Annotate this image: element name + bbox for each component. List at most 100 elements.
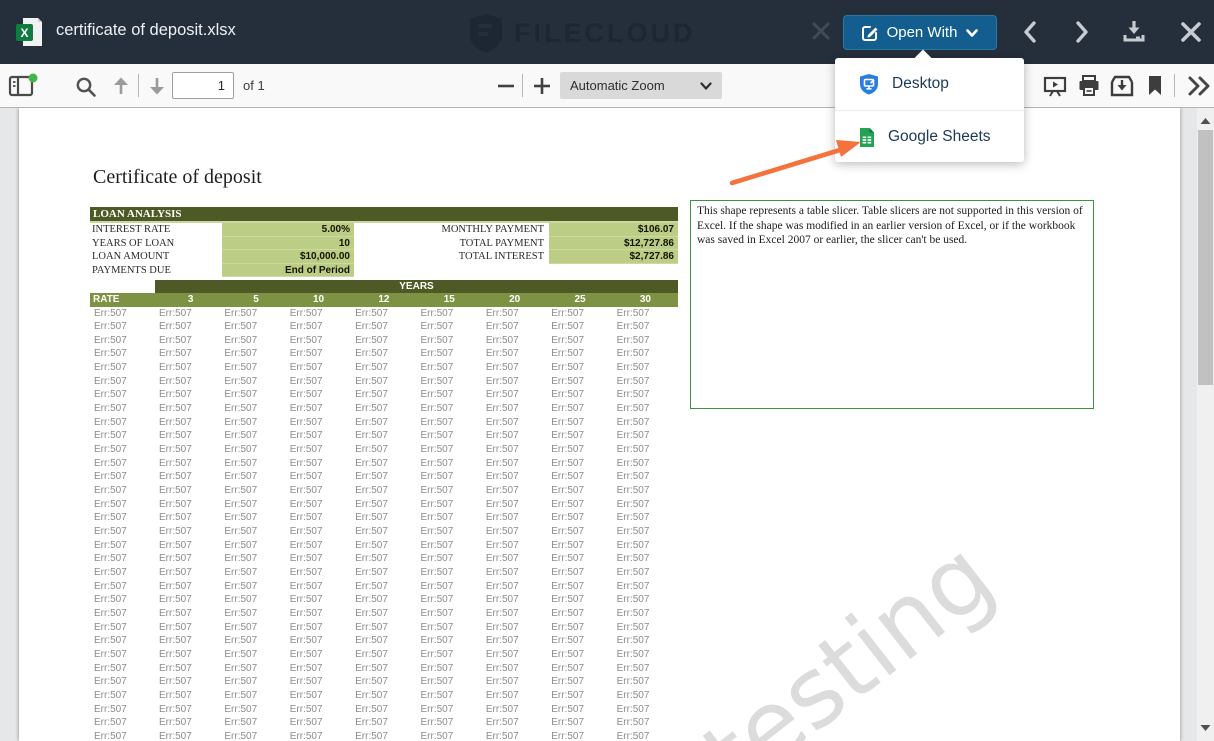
error-cell: Err:507 <box>613 320 678 334</box>
previous-page-button[interactable] <box>110 75 132 102</box>
loan-label: TOTAL INTEREST <box>354 250 547 264</box>
error-cell: Err:507 <box>547 470 612 484</box>
table-row: Err:507Err:507Err:507Err:507Err:507Err:5… <box>90 402 678 416</box>
error-cell: Err:507 <box>220 539 285 553</box>
error-cell: Err:507 <box>286 375 351 389</box>
error-cell: Err:507 <box>351 320 416 334</box>
error-cell: Err:507 <box>417 470 482 484</box>
error-cell: Err:507 <box>90 498 155 512</box>
years-header-row: RATE35101215202530 <box>90 293 678 307</box>
table-row: Err:507Err:507Err:507Err:507Err:507Err:5… <box>90 347 678 361</box>
error-cell: Err:507 <box>613 716 678 730</box>
error-cell: Err:507 <box>90 320 155 334</box>
file-title: certificate of deposit.xlsx <box>56 21 236 40</box>
download-button[interactable] <box>1121 18 1147 49</box>
zoom-in-button[interactable] <box>531 75 553 102</box>
save-document-button[interactable] <box>1109 74 1135 103</box>
table-row: Err:507Err:507Err:507Err:507Err:507Err:5… <box>90 525 678 539</box>
error-cell: Err:507 <box>482 484 547 498</box>
zoom-level-value: Automatic Zoom <box>570 78 665 93</box>
loan-row: INTEREST RATE5.00%MONTHLY PAYMENT$106.07 <box>90 223 678 237</box>
error-cell: Err:507 <box>417 307 482 321</box>
error-cell: Err:507 <box>351 607 416 621</box>
table-row: Err:507Err:507Err:507Err:507Err:507Err:5… <box>90 429 678 443</box>
error-cell: Err:507 <box>351 525 416 539</box>
error-cell: Err:507 <box>351 498 416 512</box>
page-number-input[interactable]: 1 <box>172 72 234 99</box>
error-cell: Err:507 <box>482 525 547 539</box>
scroll-up-arrow[interactable] <box>1200 112 1211 130</box>
sidebar-toggle-button[interactable] <box>8 73 38 104</box>
bookmark-button[interactable] <box>1146 74 1164 103</box>
loan-value: $2,727.86 <box>549 250 678 264</box>
error-cell: Err:507 <box>90 675 155 689</box>
error-cell: Err:507 <box>220 457 285 471</box>
error-cell: Err:507 <box>286 593 351 607</box>
error-cell: Err:507 <box>90 402 155 416</box>
error-cell: Err:507 <box>351 361 416 375</box>
error-cell: Err:507 <box>220 552 285 566</box>
error-cell: Err:507 <box>613 552 678 566</box>
error-cell: Err:507 <box>155 621 220 635</box>
error-cell: Err:507 <box>351 539 416 553</box>
more-tools-button[interactable] <box>1186 75 1212 102</box>
next-file-button[interactable] <box>1070 20 1092 49</box>
error-cell: Err:507 <box>482 457 547 471</box>
scroll-down-arrow[interactable] <box>1200 719 1211 737</box>
dropdown-item-desktop[interactable]: Desktop <box>835 58 1024 110</box>
table-row: Err:507Err:507Err:507Err:507Err:507Err:5… <box>90 307 678 321</box>
open-with-button[interactable]: Open With <box>843 15 997 50</box>
error-cell: Err:507 <box>613 375 678 389</box>
next-page-button[interactable] <box>146 75 168 102</box>
search-icon[interactable] <box>74 75 98 104</box>
loan-value: 10 <box>222 237 354 251</box>
error-cell: Err:507 <box>417 498 482 512</box>
table-row: Err:507Err:507Err:507Err:507Err:507Err:5… <box>90 498 678 512</box>
error-cell: Err:507 <box>90 416 155 430</box>
error-cell: Err:507 <box>613 675 678 689</box>
table-row: Err:507Err:507Err:507Err:507Err:507Err:5… <box>90 552 678 566</box>
chevron-down-icon <box>700 81 712 91</box>
error-cell: Err:507 <box>417 675 482 689</box>
error-cell: Err:507 <box>417 484 482 498</box>
error-cell: Err:507 <box>351 511 416 525</box>
error-cell: Err:507 <box>482 402 547 416</box>
slicer-note-box: This shape represents a table slicer. Ta… <box>690 200 1094 409</box>
error-cell: Err:507 <box>220 470 285 484</box>
presentation-mode-button[interactable] <box>1043 74 1067 103</box>
vertical-scrollbar[interactable] <box>1197 108 1214 741</box>
error-cell: Err:507 <box>286 675 351 689</box>
table-row: Err:507Err:507Err:507Err:507Err:507Err:5… <box>90 689 678 703</box>
error-cell: Err:507 <box>155 334 220 348</box>
status-dot <box>29 74 38 83</box>
error-cell: Err:507 <box>351 593 416 607</box>
error-cell: Err:507 <box>286 402 351 416</box>
previous-file-button[interactable] <box>1020 20 1042 49</box>
desktop-icon <box>859 73 879 95</box>
years-column-header: RATE <box>90 293 155 307</box>
scrollbar-thumb[interactable] <box>1198 130 1213 385</box>
error-cell: Err:507 <box>90 552 155 566</box>
page-count-label: of 1 <box>243 78 265 93</box>
error-cell: Err:507 <box>547 662 612 676</box>
error-cell: Err:507 <box>613 484 678 498</box>
error-cell: Err:507 <box>286 484 351 498</box>
error-cell: Err:507 <box>220 416 285 430</box>
error-cell: Err:507 <box>90 375 155 389</box>
filecloud-watermark-logo: FILECLOUD <box>468 13 696 53</box>
error-cell: Err:507 <box>286 416 351 430</box>
error-cell: Err:507 <box>547 361 612 375</box>
error-cell: Err:507 <box>613 703 678 717</box>
error-cell: Err:507 <box>90 662 155 676</box>
print-button[interactable] <box>1077 74 1101 103</box>
error-cell: Err:507 <box>220 525 285 539</box>
error-cell: Err:507 <box>90 334 155 348</box>
close-preview-button[interactable] <box>1179 20 1203 49</box>
error-cell: Err:507 <box>286 388 351 402</box>
error-cell: Err:507 <box>547 607 612 621</box>
error-cell: Err:507 <box>417 443 482 457</box>
error-cell: Err:507 <box>547 552 612 566</box>
zoom-out-button[interactable] <box>495 75 517 102</box>
error-cell: Err:507 <box>417 703 482 717</box>
zoom-level-select[interactable]: Automatic Zoom <box>560 72 722 99</box>
